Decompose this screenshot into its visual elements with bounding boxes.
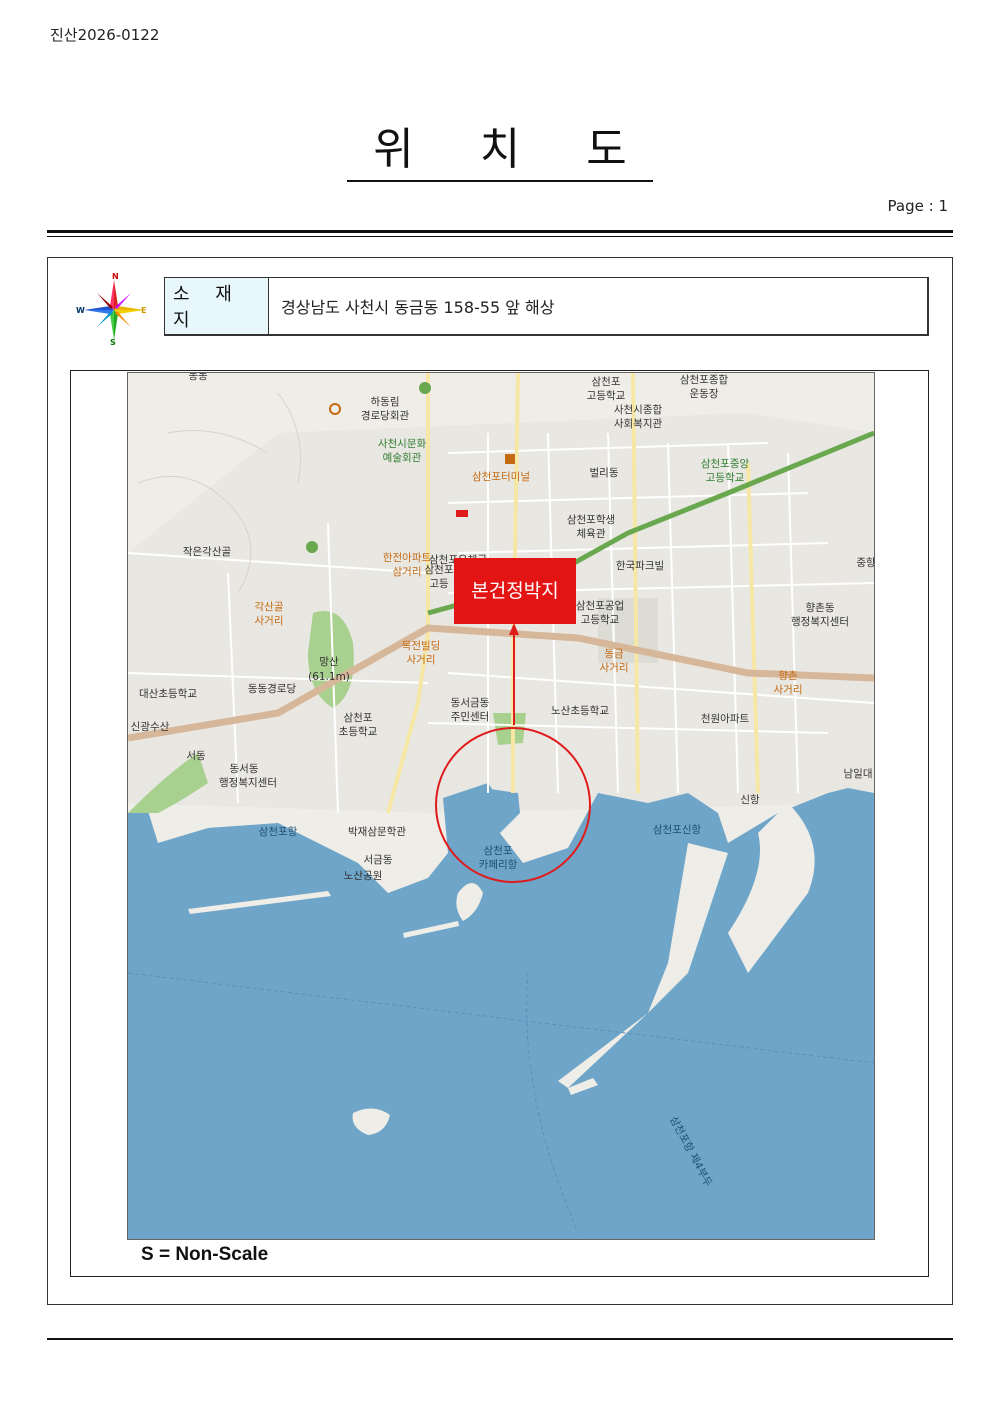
map-place-label: 중항 (856, 557, 874, 569)
map-place-label: (61.1m) (308, 671, 350, 683)
map-place-label: 향촌 (778, 670, 798, 682)
map-place-label: 향촌동 (806, 602, 835, 614)
location-value: 경상남도 사천시 동금동 158-55 앞 해상 (281, 298, 555, 317)
map-place-label: 동동경로당 (248, 682, 297, 695)
compass-s-label: S (110, 338, 116, 346)
map-place-label: 동서금동 (451, 697, 490, 709)
map-place-label: 초등학교 (339, 726, 378, 738)
map-place-label: 운동장 (690, 388, 719, 400)
map-place-label: 주민센터 (451, 711, 490, 723)
map-place-label: 경로당회관 (361, 409, 410, 422)
compass-n-label: N (112, 272, 119, 281)
map-place-label: 작은각산골 (183, 546, 232, 558)
map-place-label: 고등학교 (706, 472, 745, 484)
map-place-label: 남일대 (844, 767, 873, 780)
bus-terminal-icon (505, 454, 515, 464)
compass-rose-icon: N S E W (76, 272, 146, 346)
map-place-label: 동서동 (230, 763, 259, 775)
map-place-label: 대산초등학교 (139, 688, 197, 700)
page-number: Page : 1 (887, 197, 948, 215)
map-place-label: 한국파크빌 (616, 560, 664, 572)
map-place-label: 목전빌딩 (402, 640, 441, 652)
map-place-label: 서동 (186, 750, 206, 762)
map-place-label: 사거리 (600, 662, 629, 674)
map-place-label: 삼천포중앙 (701, 458, 750, 470)
scale-note: S = Non-Scale (141, 1244, 269, 1265)
header-rule-thin (47, 236, 953, 237)
map-place-label: 각산골 (255, 601, 284, 613)
post-office-icon (456, 510, 468, 517)
map-place-label: 고등 (429, 578, 449, 590)
map-place-label: 삼천포항 (259, 826, 298, 838)
compass-e-label: E (141, 306, 146, 315)
location-label: 소 재 지 (165, 278, 269, 334)
map-place-label: 삼천포터미널 (472, 471, 530, 483)
map-place-label: 동동 (188, 373, 208, 382)
header-rule (47, 230, 953, 233)
map-place-label: 망산 (319, 656, 339, 668)
callout-label: 본건정박지 (471, 580, 558, 602)
map-place-label: 사천시종합 (614, 404, 663, 416)
map-place-label: 삼천포학생 (567, 514, 615, 526)
compass-w-label: W (76, 306, 85, 315)
map-place-label: 한전아파트 (383, 552, 432, 564)
map-place-label: 고등학교 (581, 614, 620, 626)
map-place-label: 행정복지센터 (219, 777, 277, 789)
map-place-label: 서금동 (364, 854, 393, 866)
map-place-label: 삼천포종합 (680, 374, 729, 386)
map-place-label: 삼천포 (344, 712, 373, 724)
map-place-label: 삼천포 (484, 845, 513, 857)
map-place-label: 하동림 (371, 395, 400, 408)
map-place-label: 동금 (604, 648, 624, 660)
map-place-label: 예술회관 (383, 451, 422, 464)
map-place-label: 삼천포 (592, 376, 621, 388)
location-map: 동동 하동림 경로당회관 사천시문화 예술회관 삼천포터미널 벌리동 삼천포 고등학교 삼천포종합… (127, 372, 875, 1240)
poi-marker-icon (419, 382, 431, 394)
location-table: 소 재 지 경상남도 사천시 동금동 158-55 앞 해상 (164, 277, 929, 336)
map-place-label: 카페리항 (479, 859, 518, 871)
map-place-label: 벌리동 (590, 467, 619, 479)
map-place-label: 사거리 (774, 684, 803, 696)
map-place-label: 사거리 (407, 654, 436, 666)
map-place-label: 삼거리 (393, 566, 422, 578)
map-place-label: 삼천포 (425, 564, 454, 576)
map-place-label: 노산초등학교 (551, 705, 609, 717)
map-place-label: 삼천포공업 (576, 599, 624, 612)
map-place-label: 사천시문화 (378, 438, 427, 450)
map-place-label: 노산공원 (344, 870, 383, 882)
map-place-label: 신항 (740, 794, 760, 806)
poi-marker-icon (306, 541, 318, 553)
map-place-label: 행정복지센터 (791, 616, 849, 628)
map-place-label: 삼천포신항 (653, 824, 702, 836)
document-number: 진산2026-0122 (50, 26, 160, 44)
document-title: 위 치 도 (0, 120, 1000, 182)
map-place-label: 신광수산 (131, 721, 170, 733)
map-place-label: 체육관 (577, 528, 606, 540)
map-place-label: 고등학교 (587, 390, 626, 402)
map-place-label: 박재삼문학관 (348, 826, 406, 838)
map-place-label: 사회복지관 (614, 418, 663, 430)
map-place-label: 천원아파트 (701, 713, 750, 725)
footer-rule (47, 1338, 953, 1340)
map-place-label: 사거리 (255, 615, 284, 627)
